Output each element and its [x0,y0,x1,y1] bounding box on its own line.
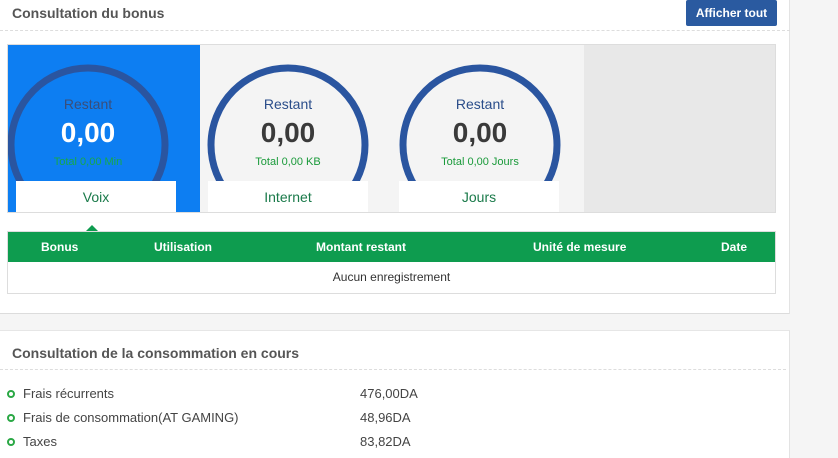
column-header-bonus: Bonus [41,240,79,254]
consumption-panel-title: Consultation de la consommation en cours [12,345,300,361]
gauge-value: 0,00 [260,117,316,148]
bonus-panel: Consultation du bonus Afficher tout Rest… [0,0,790,314]
tab-voix[interactable]: Voix [16,181,176,212]
column-header-montant-restant: Montant restant [316,240,406,254]
gauge-voix[interactable]: Restant 0,00 Total 0,00 Min Voix [8,45,200,212]
page: Consultation du bonus Afficher tout Rest… [0,0,838,458]
gauge-value: 0,00 [60,117,116,148]
item-label: Taxes [23,434,57,449]
consumption-divider [0,369,786,370]
column-header-date: Date [721,240,748,254]
item-value: 476,00DA [360,386,418,401]
bullet-circle-icon [7,414,15,422]
list-item: Taxes 83,82DA [0,434,790,454]
consumption-panel: Consultation de la consommation en cours… [0,330,790,458]
gauge-internet[interactable]: Restant 0,00 Total 0,00 KB Internet [200,45,392,212]
bonus-gauges: Restant 0,00 Total 0,00 Min Voix Restant… [7,44,776,213]
list-item: Frais de consommation(AT GAMING) 48,96DA [0,410,790,430]
column-header-utilisation: Utilisation [154,240,213,254]
item-label: Frais de consommation(AT GAMING) [23,410,239,425]
gauge-restant-label: Restant [455,96,505,112]
tab-jours[interactable]: Jours [399,181,559,212]
tab-internet[interactable]: Internet [208,181,368,212]
column-header-unite-de-mesure: Unité de mesure [533,240,627,254]
bonus-table: Bonus Utilisation Montant restant Unité … [7,231,776,294]
bullet-circle-icon [7,438,15,446]
item-value: 83,82DA [360,434,411,449]
show-all-button[interactable]: Afficher tout [686,0,777,26]
item-label: Frais récurrents [23,386,115,401]
gauge-restant-label: Restant [263,96,313,112]
gauge-placeholder [584,45,775,212]
bullet-circle-icon [7,390,15,398]
gauge-value: 0,00 [452,117,508,148]
item-value: 48,96DA [360,410,411,425]
gauge-total: Total 0,00 KB [255,156,321,168]
gauge-total: Total 0,00 Jours [441,156,519,168]
gauge-jours[interactable]: Restant 0,00 Total 0,00 Jours Jours [392,45,584,212]
gauge-restant-label: Restant [63,96,113,112]
list-item: Frais récurrents 476,00DA [0,386,790,406]
table-header-row: Bonus Utilisation Montant restant Unité … [8,232,775,262]
table-empty-message: Aucun enregistrement [332,270,451,284]
gauge-total: Total 0,00 Min [53,156,123,168]
header-divider [0,30,790,31]
bonus-panel-title: Consultation du bonus [12,5,165,21]
